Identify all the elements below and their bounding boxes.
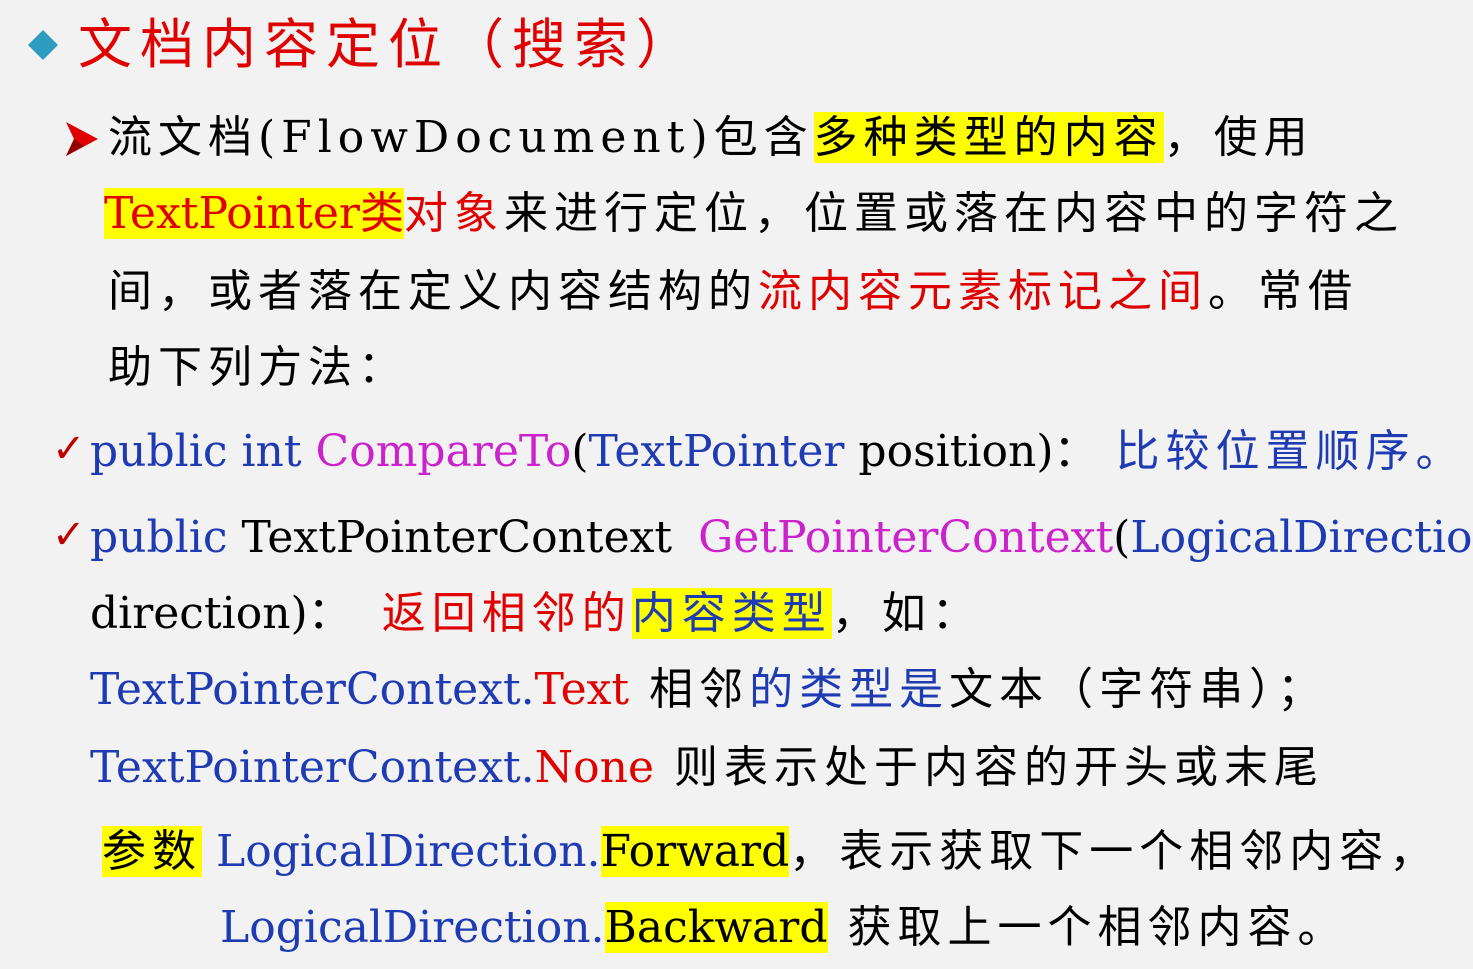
arrow-bullet-icon (66, 122, 98, 156)
return-type: TextPointerContext (241, 512, 673, 563)
method-name: CompareTo (315, 426, 572, 477)
member-name: Backward (604, 902, 828, 953)
class-name: LogicalDirection. (202, 826, 601, 877)
class-name: TextPointerContext. (90, 742, 535, 793)
type-name: TextPointer (588, 426, 845, 477)
type-name: LogicalDirection (1130, 512, 1473, 563)
bullet-line-3: 间，或者落在定义内容结构的流内容元素标记之间。常借 (108, 262, 1358, 322)
desc-text: ，如： (831, 588, 982, 639)
member-name: Text (534, 664, 630, 715)
page-title: 文档内容定位（搜索） (78, 13, 698, 76)
param-forward-line: 参数 LogicalDirection.Forward，表示获取下一个相邻内容， (102, 822, 1439, 882)
member-name: Forward (600, 826, 790, 877)
bullet-text: 间，或者落在定义内容结构的 (108, 266, 758, 317)
method-desc: 比较位置顺序。 (1115, 426, 1466, 477)
bullet-text: 。常借 (1208, 266, 1358, 317)
desc-text: 获取上一个相邻内容。 (827, 902, 1348, 953)
member-name: None (534, 742, 655, 793)
desc-text: ，表示获取下一个相邻内容， (789, 826, 1440, 877)
method-getpointercontext: public TextPointerContext GetPointerConte… (90, 508, 1473, 568)
highlight-text: 多种类型的内容 (813, 112, 1164, 163)
method-getpointercontext-line2: direction)： 返回相邻的内容类型，如： (90, 584, 982, 644)
desc-text-blue: 的类型是 (749, 664, 950, 715)
context-text-line: TextPointerContext.Text 相邻的类型是文本（字符串）； (90, 660, 1327, 720)
method-compareto: public int CompareTo(TextPointer positio… (90, 422, 1465, 482)
context-none-line: TextPointerContext.None 则表示处于内容的开头或末尾 (90, 738, 1324, 798)
param: position)： (844, 426, 1098, 477)
bullet-line-2: TextPointer类对象来进行定位，位置或落在内容中的字符之 (104, 184, 1404, 244)
checkmark-icon: ✓ (52, 512, 86, 558)
bullet-text: ，使用 (1163, 112, 1314, 163)
paren: ( (1113, 512, 1131, 563)
param-backward-line: LogicalDirection.Backward 获取上一个相邻内容。 (220, 898, 1348, 958)
bullet-text: 来进行定位，位置或落在内容中的字符之 (503, 188, 1404, 239)
diamond-bullet-icon (28, 30, 58, 60)
class-name: TextPointerContext. (90, 664, 535, 715)
keyword: public (90, 512, 242, 563)
class-name: LogicalDirection. (220, 902, 605, 953)
bullet-line-4: 助下列方法： (108, 342, 408, 393)
param: direction)： (90, 588, 352, 639)
method-name: GetPointerContext (698, 512, 1114, 563)
bullet-line-1: 流文档(FlowDocument)包含多种类型的内容，使用 (108, 108, 1314, 168)
paren: ( (571, 426, 589, 477)
red-text: 返回相邻的 (381, 588, 632, 639)
highlight-text: 参数 (102, 826, 202, 877)
checkmark-icon: ✓ (52, 426, 86, 472)
red-text: 流内容元素标记之间 (758, 266, 1208, 317)
bullet-text: 流文档(FlowDocument)包含 (108, 112, 814, 163)
highlight-text: 内容类型 (631, 588, 832, 639)
textpointer-highlight: TextPointer类 (104, 188, 404, 239)
keyword: public int (90, 426, 316, 477)
desc-text: 相邻 (629, 664, 750, 715)
red-text: 对象 (403, 188, 504, 239)
desc-text: 则表示处于内容的开头或末尾 (654, 742, 1325, 793)
desc-text: 文本（字符串）； (949, 664, 1328, 715)
